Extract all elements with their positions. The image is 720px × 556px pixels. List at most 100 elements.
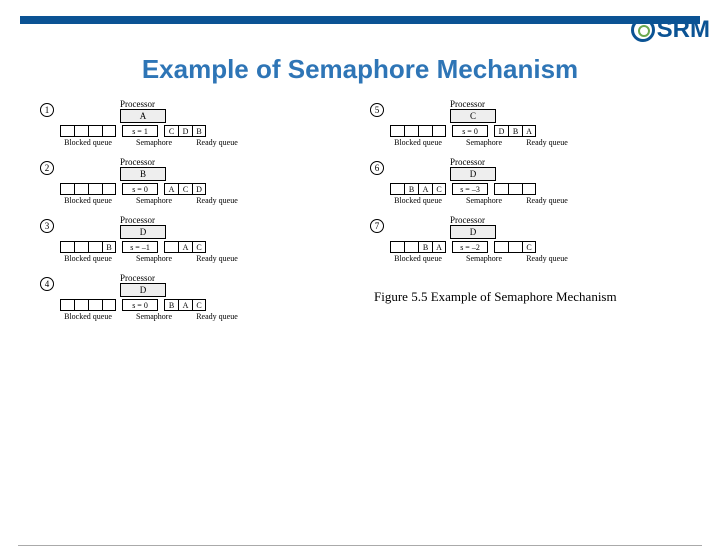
queue-cell — [494, 241, 508, 253]
ready-label: Ready queue — [522, 138, 572, 147]
state-4: 4ProcessorDs = 0BACBlocked queueSemaphor… — [44, 273, 346, 321]
labels-under: Blocked queueSemaphoreReady queue — [60, 254, 346, 263]
queue-cell — [164, 241, 178, 253]
processor-label: Processor — [450, 215, 676, 225]
queue-cell — [88, 241, 102, 253]
state-number: 1 — [40, 103, 54, 117]
labels-under: Blocked queue Semaphore Ready queue — [60, 196, 346, 205]
logo-text: SRM — [657, 16, 710, 44]
diagram-content: 1ProcessorAs = 1CDBBlocked queueSemaphor… — [0, 99, 720, 321]
queue-cell — [390, 183, 404, 195]
state-2: 2ProcessorBs = 0ACDBlocked queueSemaphor… — [44, 157, 346, 205]
processor-label: Processor — [450, 99, 676, 109]
ready-label: Ready queue — [522, 196, 572, 205]
queue-cell — [88, 299, 102, 311]
labels-under: Blocked queueSemaphoreReady queue — [390, 196, 676, 205]
ready-label: Ready queue — [192, 196, 242, 205]
queue-cell — [494, 183, 508, 195]
state-6: 6ProcessorDBACs = –3Blocked queueSemapho… — [374, 157, 676, 205]
semaphore-label: Semaphore — [466, 138, 502, 147]
labels-under: Blocked queueSemaphoreReady queue — [390, 138, 676, 147]
ready-queue: AC — [164, 241, 206, 253]
state-number: 6 — [370, 161, 384, 175]
state-number: 3 — [40, 219, 54, 233]
labels-under: Blocked queueSemaphoreReady queue — [60, 312, 346, 321]
blocked-queue: BA — [390, 241, 446, 253]
ready-queue: CDB — [164, 125, 206, 137]
queue-cell — [60, 299, 74, 311]
queue-cell — [102, 299, 116, 311]
semaphore-label: Semaphore — [136, 312, 172, 321]
ready-queue: ACD — [164, 183, 206, 195]
ready-queue: DBA — [494, 125, 536, 137]
queue-cell — [404, 241, 418, 253]
blocked-queue — [60, 183, 116, 195]
processor-label: Processor — [120, 215, 346, 225]
queue-cell: C — [192, 299, 206, 311]
semaphore-box: s = 1 — [122, 125, 158, 137]
semaphore-box: s = 0 — [122, 299, 158, 311]
queue-cell: D — [494, 125, 508, 137]
state-number: 2 — [40, 161, 54, 175]
queue-cell: B — [164, 299, 178, 311]
semaphore-box: s = –2 — [452, 241, 488, 253]
semaphore-label: Semaphore — [136, 196, 172, 205]
semaphore-box: s = –3 — [452, 183, 488, 195]
logo-ring-icon — [631, 18, 655, 42]
queue-cell — [418, 125, 432, 137]
blocked-label: Blocked queue — [390, 196, 446, 205]
queue-row: s = 0DBA — [390, 125, 676, 137]
blocked-label: Blocked queue — [60, 196, 116, 205]
semaphore-label: Semaphore — [136, 254, 172, 263]
blocked-label: Blocked queue — [60, 138, 116, 147]
queue-cell: A — [522, 125, 536, 137]
blocked-queue — [60, 125, 116, 137]
queue-cell — [88, 125, 102, 137]
queue-row: s = 1 CDB — [60, 125, 346, 137]
blocked-label: Blocked queue — [60, 312, 116, 321]
queue-cell — [432, 125, 446, 137]
ready-queue: BAC — [164, 299, 206, 311]
state-number: 7 — [370, 219, 384, 233]
left-column: 1ProcessorAs = 1CDBBlocked queueSemaphor… — [44, 99, 346, 321]
processor-box: D — [120, 225, 166, 239]
queue-cell — [60, 241, 74, 253]
header-rule — [20, 16, 700, 24]
blocked-queue: BAC — [390, 183, 446, 195]
state-5: 5ProcessorCs = 0DBABlocked queueSemaphor… — [374, 99, 676, 147]
queue-row: BAs = –2C — [390, 241, 676, 253]
ready-label: Ready queue — [522, 254, 572, 263]
queue-cell: B — [508, 125, 522, 137]
ready-queue — [494, 183, 536, 195]
logo: SRM — [631, 16, 710, 44]
queue-row: s = 0 ACD — [60, 183, 346, 195]
semaphore-label: Semaphore — [136, 138, 172, 147]
queue-cell — [522, 183, 536, 195]
processor-box: C — [450, 109, 496, 123]
processor-label: Processor — [120, 99, 346, 109]
queue-cell — [88, 183, 102, 195]
queue-cell — [60, 125, 74, 137]
processor-label: Processor — [450, 157, 676, 167]
queue-cell: C — [192, 241, 206, 253]
processor-box: B — [120, 167, 166, 181]
page-title: Example of Semaphore Mechanism — [0, 54, 720, 85]
blocked-queue — [390, 125, 446, 137]
processor-box: D — [450, 225, 496, 239]
state-3: 3ProcessorDBs = –1ACBlocked queueSemapho… — [44, 215, 346, 263]
queue-cell — [74, 183, 88, 195]
ready-label: Ready queue — [192, 138, 242, 147]
semaphore-box: s = 0 — [122, 183, 158, 195]
queue-cell: A — [432, 241, 446, 253]
queue-row: Bs = –1AC — [60, 241, 346, 253]
processor-box: D — [120, 283, 166, 297]
semaphore-box: s = –1 — [122, 241, 158, 253]
queue-cell: B — [192, 125, 206, 137]
queue-cell — [508, 241, 522, 253]
queue-cell: C — [178, 183, 192, 195]
queue-cell: D — [178, 125, 192, 137]
queue-cell: A — [178, 299, 192, 311]
blocked-label: Blocked queue — [60, 254, 116, 263]
processor-label: Processor — [120, 273, 346, 283]
queue-cell — [102, 183, 116, 195]
